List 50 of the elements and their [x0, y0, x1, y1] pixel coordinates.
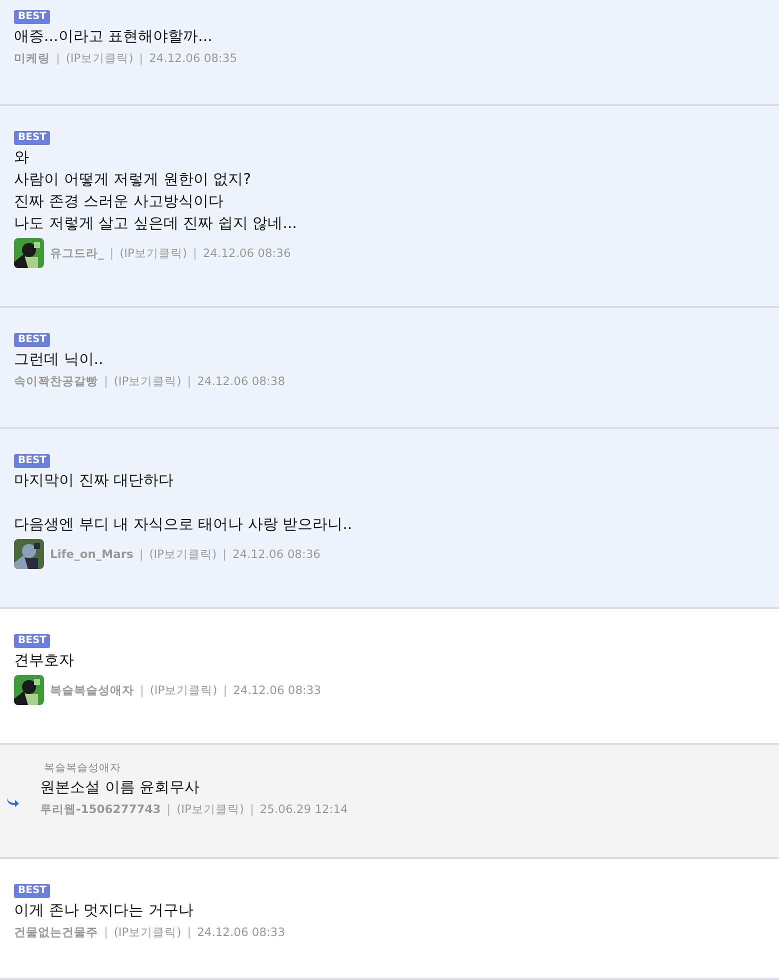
- comment-date: 24.12.06 08:35: [149, 51, 238, 66]
- comment-text: 애증...이라고 표현해야할까...: [14, 26, 214, 47]
- comment-text: 그런데 닉이..: [14, 349, 104, 370]
- comment-text: 와 사람이 어떻게 저렇게 원한이 없지? 진짜 존경 스러운 사고방식이다 나도 저렇게 살고 싶은데 진짜 쉽지 않네...: [14, 147, 298, 234]
- separator: |: [223, 682, 228, 698]
- separator: |: [222, 546, 226, 562]
- best-badge: BEST: [14, 884, 50, 898]
- ip-link[interactable]: (IP보기클릭): [149, 546, 217, 562]
- best-badge: BEST: [14, 10, 50, 24]
- ip-link[interactable]: (IP보기클릭): [66, 51, 134, 66]
- ip-link[interactable]: (IP보기클릭): [120, 246, 187, 260]
- comment-text: 마지막이 진짜 대단하다 다음생엔 부디 내 자식으로 태어나 사랑 받으라니..: [14, 470, 354, 535]
- ip-link[interactable]: (IP보기클릭): [176, 802, 244, 817]
- ip-link[interactable]: (IP보기클릭): [150, 682, 218, 698]
- best-badge: BEST: [14, 333, 50, 347]
- author-name[interactable]: Life_on_Mars: [50, 546, 134, 562]
- separator: |: [139, 51, 144, 66]
- separator: |: [187, 925, 192, 940]
- separator: |: [250, 802, 254, 817]
- reply-target: 복슬복슬성애자: [44, 761, 122, 775]
- author-name[interactable]: 유그드라_: [50, 246, 104, 260]
- best-badge: BEST: [14, 634, 50, 648]
- separator: |: [56, 51, 60, 66]
- comment-date: 24.12.06 08:33: [233, 682, 322, 698]
- separator: |: [166, 802, 171, 817]
- comment-text: 이게 존나 멋지다는 거구나: [14, 900, 194, 921]
- comment-date: 24.12.06 08:36: [232, 546, 320, 562]
- comment-date: 25.06.29 12:14: [260, 802, 348, 817]
- separator: |: [104, 925, 108, 940]
- comment-date: 24.12.06 08:38: [197, 374, 286, 389]
- separator: |: [140, 682, 144, 698]
- author-name[interactable]: 속이꽉찬공갈빵: [14, 374, 98, 389]
- author-name[interactable]: 복슬복슬성애자: [50, 682, 134, 698]
- separator: |: [187, 374, 192, 389]
- comment-date: 24.12.06 08:36: [202, 246, 291, 260]
- ip-link[interactable]: (IP보기클릭): [114, 925, 182, 940]
- comment-date: 24.12.06 08:33: [197, 925, 286, 940]
- author-name[interactable]: 루리웹-1506277743: [40, 802, 161, 817]
- author-name[interactable]: 건물없는건물주: [14, 925, 98, 940]
- best-badge: BEST: [14, 454, 50, 468]
- comment-text: 원본소설 이름 윤회무사: [40, 777, 201, 798]
- separator: |: [110, 246, 114, 260]
- separator: |: [104, 374, 108, 389]
- separator: |: [139, 546, 144, 562]
- ip-link[interactable]: (IP보기클릭): [114, 374, 182, 389]
- author-name[interactable]: 미케링: [14, 51, 50, 66]
- reply-arrow-icon: [6, 797, 20, 807]
- best-badge: BEST: [14, 131, 50, 145]
- separator: |: [192, 246, 197, 260]
- comment-text: 견부호자: [14, 650, 75, 671]
